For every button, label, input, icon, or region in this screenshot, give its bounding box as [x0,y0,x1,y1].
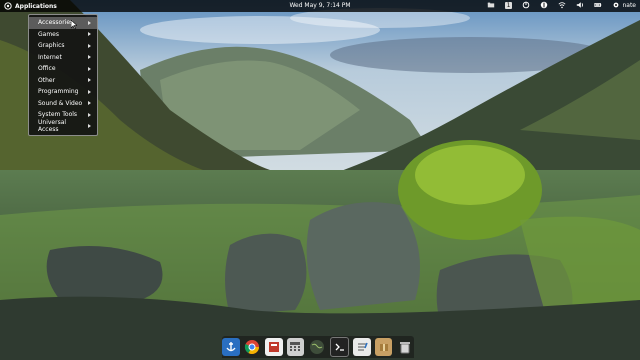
wifi-icon[interactable] [558,1,566,9]
top-panel: Applications Wed May 9, 7:14 PM 1 nate [0,0,640,12]
network-icon[interactable] [540,1,548,9]
submenu-arrow-icon [88,89,91,94]
mouse-cursor-icon [71,20,77,29]
system-indicators: 1 nate [487,1,636,9]
submenu-arrow-icon [88,43,91,48]
menu-item-universal-access[interactable]: Universal Access [29,119,97,134]
menu-item-label: Universal Access [38,119,67,134]
username: nate [622,1,636,9]
folder-icon[interactable] [487,1,495,9]
trash-icon[interactable] [396,338,414,356]
applications-menu: Accessories Games Graphics Internet Offi… [28,14,98,136]
gear-icon [614,2,619,8]
menu-item-graphics[interactable]: Graphics [29,40,97,52]
submenu-arrow-icon [88,32,91,37]
applications-launcher[interactable]: Applications [4,2,57,10]
battery-icon[interactable] [594,1,602,9]
applications-icon [4,2,12,10]
menu-item-label: Sound & Video [38,99,83,107]
terminal-red-icon[interactable] [265,338,283,356]
menu-item-programming[interactable]: Programming [29,86,97,98]
clock[interactable]: Wed May 9, 7:14 PM [289,2,350,9]
submenu-arrow-icon [88,124,91,129]
user-menu[interactable]: nate [612,1,636,9]
menu-item-label: Internet [38,53,62,61]
menu-item-accessories[interactable]: Accessories [29,17,97,29]
workspace-indicator[interactable]: 1 [504,1,513,9]
anchor-icon[interactable] [221,338,240,356]
menu-item-label: Programming [38,88,79,96]
submenu-arrow-icon [88,66,91,71]
submenu-arrow-icon [88,78,91,83]
menu-item-internet[interactable]: Internet [29,52,97,64]
chrome-icon[interactable] [244,338,262,356]
menu-item-label: Graphics [38,42,65,50]
menu-item-games[interactable]: Games [29,29,97,41]
globe-icon[interactable] [308,338,326,356]
menu-item-label: System Tools [38,111,78,119]
submenu-arrow-icon [88,101,91,106]
menu-item-label: Games [38,30,59,38]
terminal-icon[interactable] [329,337,350,357]
submenu-arrow-icon [88,55,91,60]
applications-label[interactable]: Applications [15,3,57,10]
text-editor-icon[interactable] [353,338,371,356]
submenu-arrow-icon [88,20,91,25]
menu-item-label: Office [38,65,56,73]
menu-item-label: Accessories [38,19,74,27]
calculator-icon[interactable] [286,338,305,356]
power-icon[interactable] [522,1,530,9]
archive-icon[interactable] [374,338,393,356]
menu-item-sound-video[interactable]: Sound & Video [29,98,97,110]
menu-item-label: Other [38,76,56,84]
menu-item-other[interactable]: Other [29,75,97,87]
dock [221,336,414,358]
menu-item-office[interactable]: Office [29,63,97,75]
volume-icon[interactable] [576,1,584,9]
submenu-arrow-icon [88,112,91,117]
